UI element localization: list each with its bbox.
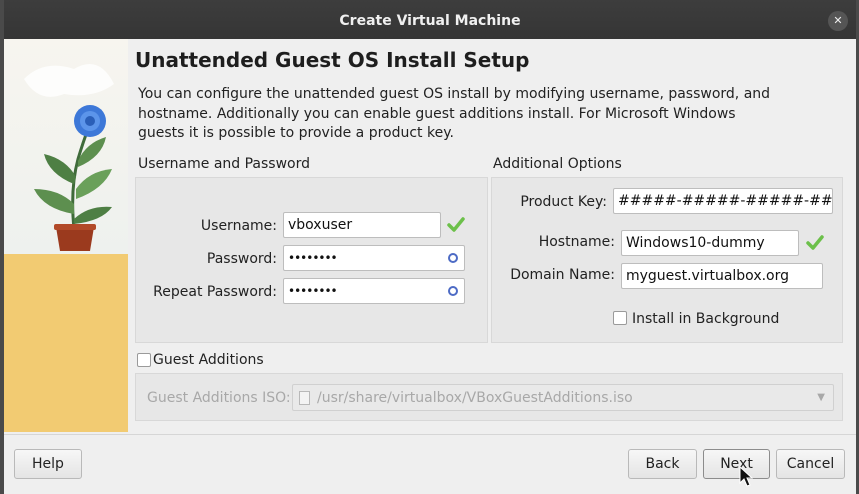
side-illustration	[4, 39, 128, 432]
password-input[interactable]: ••••••••	[283, 245, 465, 271]
guest-additions-iso-label: Guest Additions ISO:	[147, 390, 291, 406]
username-input[interactable]: vboxuser	[283, 212, 441, 238]
guest-additions-checkbox[interactable]	[137, 353, 151, 367]
page-title: Unattended Guest OS Install Setup	[135, 48, 530, 72]
product-key-label: Product Key:	[520, 194, 607, 210]
guest-additions-label[interactable]: Guest Additions	[153, 352, 264, 368]
password-value: ••••••••	[288, 251, 338, 265]
install-background-label[interactable]: Install in Background	[632, 311, 779, 327]
hostname-label: Hostname:	[538, 234, 615, 250]
create-vm-dialog: Create Virtual Machine ✕ Unattended Gues…	[4, 0, 856, 494]
password-label: Password:	[206, 251, 277, 267]
repeat-password-input[interactable]: ••••••••	[283, 278, 465, 304]
show-repeat-password-icon[interactable]	[448, 286, 458, 296]
close-icon: ✕	[833, 14, 843, 27]
show-password-icon[interactable]	[448, 253, 458, 263]
flower-pot-icon	[24, 64, 114, 251]
dialog-body: Unattended Guest OS Install Setup You ca…	[4, 39, 856, 434]
repeat-password-value: ••••••••	[288, 284, 338, 298]
domain-name-label: Domain Name:	[510, 267, 615, 283]
guest-additions-iso-select[interactable]: /usr/share/virtualbox/VBoxGuestAdditions…	[292, 384, 834, 411]
install-background-checkbox[interactable]	[613, 311, 627, 325]
button-bar-divider	[4, 434, 856, 435]
hostname-valid-check-icon	[806, 235, 824, 250]
next-button[interactable]: Next	[703, 449, 770, 479]
additional-section-label: Additional Options	[493, 156, 622, 172]
username-label: Username:	[200, 218, 277, 234]
close-button[interactable]: ✕	[828, 11, 848, 31]
iso-path: /usr/share/virtualbox/VBoxGuestAdditions…	[317, 390, 633, 406]
help-button[interactable]: Help	[14, 449, 82, 479]
mouse-cursor-icon	[739, 466, 753, 487]
window-title: Create Virtual Machine	[339, 13, 521, 29]
domain-name-input[interactable]: myguest.virtualbox.org	[621, 263, 823, 289]
cancel-button[interactable]: Cancel	[776, 449, 845, 479]
hostname-input[interactable]: Windows10-dummy	[621, 230, 799, 256]
credentials-section-label: Username and Password	[138, 156, 310, 172]
chevron-down-icon: ▼	[817, 392, 825, 403]
title-bar[interactable]: Create Virtual Machine ✕	[4, 0, 856, 39]
file-icon	[299, 391, 310, 405]
username-valid-check-icon	[447, 217, 465, 232]
page-description: You can configure the unattended guest O…	[138, 86, 771, 141]
product-key-input[interactable]: #####-#####-#####-#####-#	[613, 188, 833, 214]
back-button[interactable]: Back	[628, 449, 697, 479]
repeat-password-label: Repeat Password:	[153, 284, 277, 300]
